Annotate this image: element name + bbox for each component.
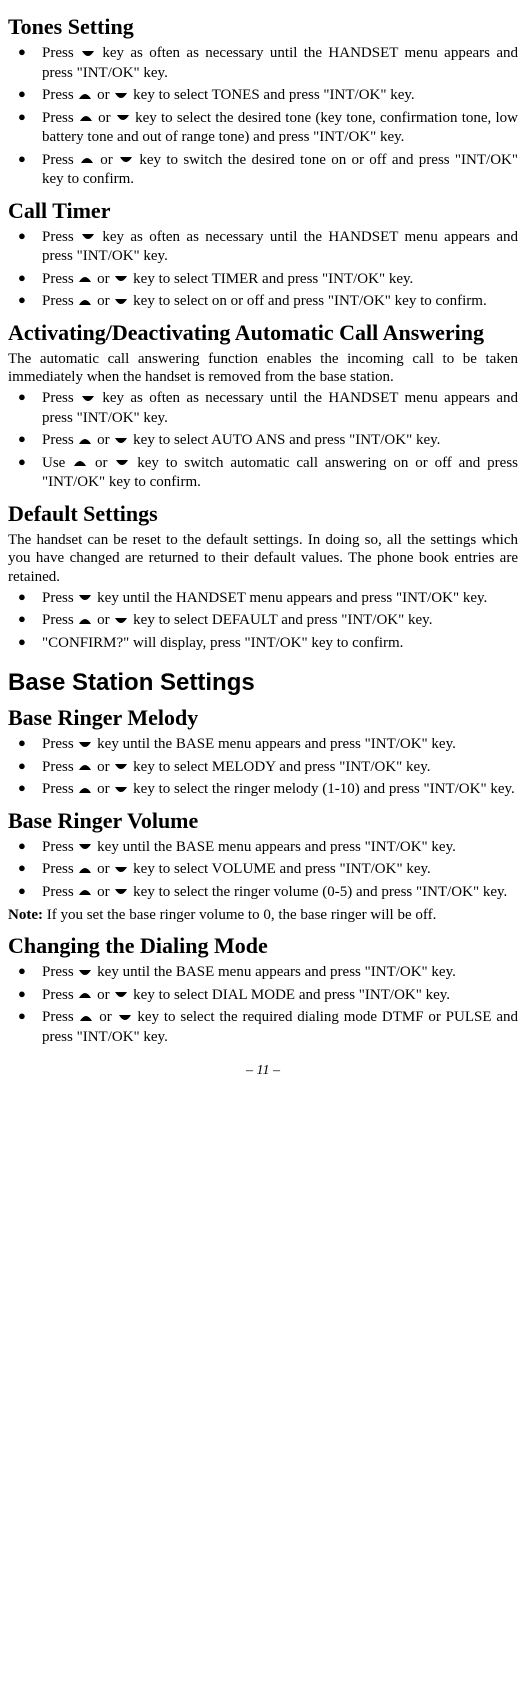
list-item-text: Press or key to select on or off and pre… [42, 292, 518, 312]
bullet-icon: ● [8, 228, 42, 245]
list-item: ●Press or key to select the ringer melod… [8, 780, 518, 800]
list-item: ●Press or key to switch the desired tone… [8, 151, 518, 190]
paragraph-auto-answer: The automatic call answering function en… [8, 350, 518, 388]
list-item: ●Press key until the HANDSET menu appear… [8, 589, 518, 609]
heading-base-ringer-volume: Base Ringer Volume [8, 808, 518, 834]
list-item-text: Press key as often as necessary until th… [42, 228, 518, 267]
list-base-volume: ●Press key until the BASE menu appears a… [8, 838, 518, 903]
list-auto-answer: ●Press key as often as necessary until t… [8, 389, 518, 493]
heading-base-station-settings: Base Station Settings [8, 669, 518, 697]
list-item-text: Press or key to select TONES and press "… [42, 86, 518, 106]
heading-default-settings: Default Settings [8, 501, 518, 527]
list-item-text: Press key as often as necessary until th… [42, 44, 518, 83]
list-item: ●Press or key to select the required dia… [8, 1008, 518, 1047]
list-base-melody: ●Press key until the BASE menu appears a… [8, 735, 518, 800]
list-item: ●Press or key to select TIMER and press … [8, 270, 518, 290]
bullet-icon: ● [8, 634, 42, 651]
list-item-text: Press key until the BASE menu appears an… [42, 963, 518, 983]
list-item-text: Press or key to select DEFAULT and press… [42, 611, 518, 631]
bullet-icon: ● [8, 860, 42, 877]
list-item: ●Press or key to select the ringer volum… [8, 883, 518, 903]
list-item: ●Press key until the BASE menu appears a… [8, 963, 518, 983]
paragraph-default-settings: The handset can be reset to the default … [8, 531, 518, 587]
list-item-text: Press or key to select MELODY and press … [42, 758, 518, 778]
list-item: ●Press or key to select MELODY and press… [8, 758, 518, 778]
list-item: ●Press or key to select the desired tone… [8, 109, 518, 148]
page-number: – 11 – [8, 1063, 518, 1079]
list-item-text: Use or key to switch automatic call answ… [42, 454, 518, 493]
bullet-icon: ● [8, 758, 42, 775]
bullet-icon: ● [8, 611, 42, 628]
bullet-icon: ● [8, 109, 42, 126]
bullet-icon: ● [8, 963, 42, 980]
list-tones: ●Press key as often as necessary until t… [8, 44, 518, 190]
list-item: ●Press key as often as necessary until t… [8, 228, 518, 267]
list-item: ●Press key until the BASE menu appears a… [8, 735, 518, 755]
list-item: ●Press key as often as necessary until t… [8, 44, 518, 83]
bullet-icon: ● [8, 589, 42, 606]
bullet-icon: ● [8, 454, 42, 471]
list-item-text: Press or key to select AUTO ANS and pres… [42, 431, 518, 451]
list-item-text: Press or key to select the ringer melody… [42, 780, 518, 800]
bullet-icon: ● [8, 735, 42, 752]
bullet-icon: ● [8, 1008, 42, 1025]
list-item-text: Press or key to select TIMER and press "… [42, 270, 518, 290]
list-default-settings: ●Press key until the HANDSET menu appear… [8, 589, 518, 654]
heading-call-timer: Call Timer [8, 198, 518, 224]
note-label: Note: [8, 907, 43, 923]
list-item-text: Press or key to switch the desired tone … [42, 151, 518, 190]
note-base-volume: Note: If you set the base ringer volume … [8, 906, 518, 925]
list-item: ●Press key until the BASE menu appears a… [8, 838, 518, 858]
bullet-icon: ● [8, 838, 42, 855]
list-item: ●Press or key to select AUTO ANS and pre… [8, 431, 518, 451]
heading-tones-setting: Tones Setting [8, 14, 518, 40]
list-item-text: Press key until the BASE menu appears an… [42, 838, 518, 858]
list-item-text: Press key until the BASE menu appears an… [42, 735, 518, 755]
bullet-icon: ● [8, 780, 42, 797]
bullet-icon: ● [8, 292, 42, 309]
list-item-text: Press or key to select the required dial… [42, 1008, 518, 1047]
list-item: ●Press or key to select DEFAULT and pres… [8, 611, 518, 631]
heading-auto-answer: Activating/Deactivating Automatic Call A… [8, 320, 518, 346]
list-item-text: Press or key to select DIAL MODE and pre… [42, 986, 518, 1006]
note-text: If you set the base ringer volume to 0, … [43, 907, 436, 923]
bullet-icon: ● [8, 883, 42, 900]
list-item: ●Press or key to select VOLUME and press… [8, 860, 518, 880]
bullet-icon: ● [8, 151, 42, 168]
heading-base-ringer-melody: Base Ringer Melody [8, 705, 518, 731]
list-item-text: Press or key to select the ringer volume… [42, 883, 518, 903]
list-item: ●"CONFIRM?" will display, press "INT/OK"… [8, 634, 518, 654]
list-item: ●Press or key to select TONES and press … [8, 86, 518, 106]
list-item: ●Use or key to switch automatic call ans… [8, 454, 518, 493]
list-item-text: Press or key to select VOLUME and press … [42, 860, 518, 880]
list-item: ●Press or key to select DIAL MODE and pr… [8, 986, 518, 1006]
list-item-text: Press key as often as necessary until th… [42, 389, 518, 428]
bullet-icon: ● [8, 44, 42, 61]
list-item-text: Press key until the HANDSET menu appears… [42, 589, 518, 609]
list-item-text: Press or key to select the desired tone … [42, 109, 518, 148]
list-dialing-mode: ●Press key until the BASE menu appears a… [8, 963, 518, 1047]
bullet-icon: ● [8, 86, 42, 103]
list-call-timer: ●Press key as often as necessary until t… [8, 228, 518, 312]
list-item-text: "CONFIRM?" will display, press "INT/OK" … [42, 634, 518, 654]
bullet-icon: ● [8, 986, 42, 1003]
heading-dialing-mode: Changing the Dialing Mode [8, 933, 518, 959]
bullet-icon: ● [8, 270, 42, 287]
bullet-icon: ● [8, 389, 42, 406]
list-item: ●Press or key to select on or off and pr… [8, 292, 518, 312]
bullet-icon: ● [8, 431, 42, 448]
list-item: ●Press key as often as necessary until t… [8, 389, 518, 428]
